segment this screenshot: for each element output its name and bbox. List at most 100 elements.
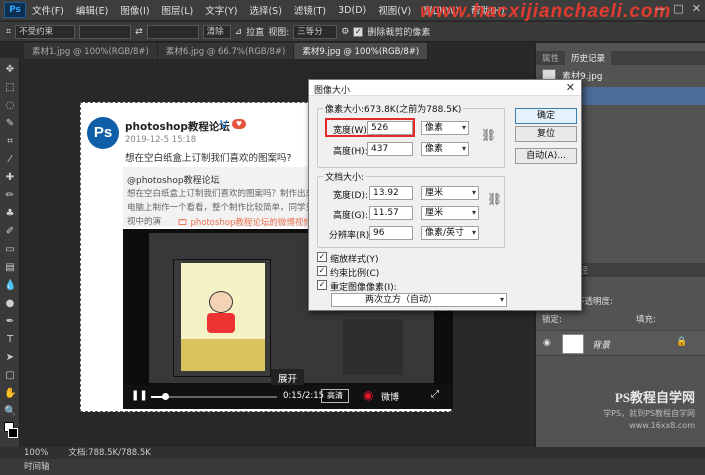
hand-tool-icon[interactable]: ✋ xyxy=(4,388,16,400)
menu-image[interactable]: 图像(I) xyxy=(114,3,155,17)
menu-bar: Ps 文件(F) 编辑(E) 图像(I) 图层(L) 文字(Y) 选择(S) 滤… xyxy=(0,0,705,22)
marquee-tool-icon[interactable]: ⬚ xyxy=(4,82,16,94)
straighten-label[interactable]: 拉直 xyxy=(246,25,264,38)
eyedropper-tool-icon[interactable]: ⁄ xyxy=(4,154,16,166)
quote-author: @photoshop教程论坛 xyxy=(127,176,220,186)
close-icon[interactable]: ✕ xyxy=(566,81,575,94)
crop-width-field[interactable] xyxy=(79,24,132,39)
brush-tool-icon[interactable]: ✏ xyxy=(4,190,16,202)
tab-history[interactable]: 历史记录 xyxy=(565,51,612,65)
crop-tool-icon[interactable]: ⌗ xyxy=(6,27,11,37)
history-brush-icon[interactable]: ✐ xyxy=(4,226,16,238)
lasso-tool-icon[interactable]: ◌ xyxy=(4,100,16,112)
scale-styles-label: 缩放样式(Y) xyxy=(330,255,379,265)
delete-cropped-checkbox[interactable]: ✓ xyxy=(353,26,364,37)
healing-tool-icon[interactable]: ✚ xyxy=(4,172,16,184)
pause-icon: ❚❚ xyxy=(131,390,148,401)
resolution-unit-value: 像素/英寸 xyxy=(425,228,465,238)
tools-panel: ✥ ⬚ ◌ ✎ ⌗ ⁄ ✚ ✏ ♣ ✐ ▭ ▤ 💧 ● ✒ T ➤ ▢ ✋ 🔍 xyxy=(0,58,20,458)
doc-width-unit-select[interactable]: 厘米 ▾ xyxy=(421,186,479,200)
delete-cropped-label: 删除裁剪的像素 xyxy=(367,28,431,38)
clear-button[interactable]: 清除 xyxy=(202,24,231,39)
eye-icon[interactable]: ◉ xyxy=(543,338,551,348)
doc-height-input[interactable]: 11.57 xyxy=(369,206,413,220)
gradient-tool-icon[interactable]: ▤ xyxy=(4,262,16,274)
timeline-tab[interactable]: 时间轴 xyxy=(24,462,50,472)
stamp-tool-icon[interactable]: ♣ xyxy=(4,208,16,220)
menu-view[interactable]: 视图(V) xyxy=(372,3,417,17)
watermark-title: PS教程自学网 xyxy=(614,390,695,405)
menu-select[interactable]: 选择(S) xyxy=(243,3,287,17)
close-window-icon[interactable]: ✕ xyxy=(692,2,701,15)
resample-checkbox[interactable]: ✓ xyxy=(317,280,327,290)
gear-icon[interactable]: ⚙ xyxy=(341,27,349,37)
document-size-label: 文档大小: xyxy=(323,170,367,183)
dodge-tool-icon[interactable]: ● xyxy=(4,298,16,310)
lock-icon: 🔒 xyxy=(676,337,688,347)
layer-row-background[interactable]: ◉ 背景 🔒 xyxy=(536,330,705,356)
doc-width-input[interactable]: 13.92 xyxy=(369,186,413,200)
tab-doc-9[interactable]: 素材9.jpg @ 100%(RGB/8#) xyxy=(294,43,429,59)
tab-doc-1[interactable]: 素材1.jpg @ 100%(RGB/8#) xyxy=(24,43,158,59)
path-select-tool-icon[interactable]: ➤ xyxy=(4,352,16,364)
maximize-icon[interactable]: □ xyxy=(673,2,683,15)
document-tabs: 素材1.jpg @ 100%(RGB/8#) 素材6.jpg @ 66.7%(R… xyxy=(24,43,534,59)
quote-video-link: 🎞 photoshop教程论坛的微博视频 xyxy=(177,218,312,228)
reset-button[interactable]: 复位 xyxy=(515,126,577,142)
menu-3d[interactable]: 3D(D) xyxy=(332,5,372,16)
photoshop-window: Ps 文件(F) 编辑(E) 图像(I) 图层(L) 文字(Y) 选择(S) 滤… xyxy=(0,0,705,475)
resample-method-select[interactable]: 两次立方（自动） ▾ xyxy=(331,293,507,307)
zoom-tool-icon[interactable]: 🔍 xyxy=(4,406,16,418)
watermark-url: www.hacxijianchaeli.com xyxy=(420,1,672,22)
ratio-select[interactable]: 不受约束 xyxy=(15,24,76,39)
dialog-title: 图像大小 xyxy=(314,86,351,96)
zoom-level[interactable]: 100% xyxy=(24,447,48,459)
quick-select-tool-icon[interactable]: ✎ xyxy=(4,118,16,130)
doc-link-chain-icon: ⛓ xyxy=(487,192,503,206)
pixel-dimensions-label: 像素大小:673.8K(之前为788.5K) xyxy=(323,102,464,115)
cartoon-character-body xyxy=(207,313,235,333)
window-controls: — □ ✕ xyxy=(654,2,701,15)
pen-tool-icon[interactable]: ✒ xyxy=(4,316,16,328)
tab-properties[interactable]: 属性 xyxy=(536,51,565,65)
chevron-down-icon: ▾ xyxy=(471,228,476,237)
menu-type[interactable]: 文字(Y) xyxy=(199,3,243,17)
menu-layer[interactable]: 图层(L) xyxy=(156,3,200,17)
height-input[interactable]: 437 xyxy=(367,142,413,156)
resolution-unit-select[interactable]: 像素/英寸 ▾ xyxy=(421,226,479,240)
image-size-dialog: 图像大小 ✕ 像素大小:673.8K(之前为788.5K) 宽度(W): 526… xyxy=(308,79,582,311)
blur-tool-icon[interactable]: 💧 xyxy=(4,280,16,292)
tab-doc-6[interactable]: 素材6.jpg @ 66.7%(RGB/8#) xyxy=(157,43,295,59)
crop-tool-icon[interactable]: ⌗ xyxy=(4,136,16,148)
video-time: 0:15/2:15 xyxy=(283,391,325,401)
menu-edit[interactable]: 编辑(E) xyxy=(70,3,114,17)
minimize-icon[interactable]: — xyxy=(654,2,665,15)
shape-tool-icon[interactable]: ▢ xyxy=(4,370,16,382)
post-author-name: photoshop教程论坛 xyxy=(125,121,230,133)
layer-name: 背景 xyxy=(592,341,611,351)
constrain-proportions-checkbox[interactable]: ✓ xyxy=(317,266,327,276)
dialog-titlebar: 图像大小 ✕ xyxy=(309,80,581,96)
straighten-icon[interactable]: ⊿ xyxy=(235,27,243,37)
menu-file[interactable]: 文件(F) xyxy=(26,3,70,17)
view-select[interactable]: 三等分 xyxy=(293,24,338,39)
scale-styles-checkbox[interactable]: ✓ xyxy=(317,252,327,262)
ok-button[interactable]: 确定 xyxy=(515,108,577,124)
lock-label: 锁定: xyxy=(542,315,562,325)
width-unit-select[interactable]: 像素 ▾ xyxy=(421,121,469,135)
eraser-tool-icon[interactable]: ▭ xyxy=(4,244,16,256)
background-color-swatch[interactable] xyxy=(8,428,18,438)
avatar: Ps xyxy=(87,117,119,149)
resolution-input[interactable]: 96 xyxy=(369,226,413,240)
doc-height-unit-select[interactable]: 厘米 ▾ xyxy=(421,206,479,220)
video-progress-knob xyxy=(161,393,169,400)
crop-height-field[interactable] xyxy=(146,24,199,39)
weibo-logo-icon: ◉ xyxy=(363,388,374,402)
auto-button[interactable]: 自动(A)... xyxy=(515,148,577,164)
move-tool-icon[interactable]: ✥ xyxy=(4,64,16,76)
watermark-slogan: 学PS，就到PS教程自学网 xyxy=(603,409,695,418)
type-tool-icon[interactable]: T xyxy=(4,334,16,346)
menu-filter[interactable]: 滤镜(T) xyxy=(288,3,332,17)
height-unit-select[interactable]: 像素 ▾ xyxy=(421,142,469,156)
swap-icon[interactable]: ⇄ xyxy=(135,27,143,37)
